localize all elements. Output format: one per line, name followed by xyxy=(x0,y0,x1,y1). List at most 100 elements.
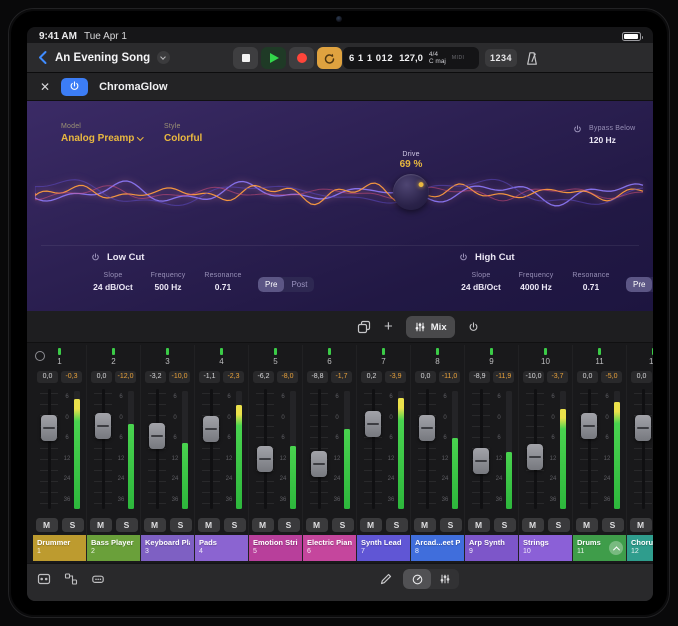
track-name-label[interactable]: Pads4 xyxy=(195,535,248,561)
song-title[interactable]: An Evening Song xyxy=(55,52,150,64)
bypass-value[interactable]: 120 Hz xyxy=(589,135,635,145)
volume-value[interactable]: -2,3 xyxy=(223,371,244,383)
volume-value[interactable]: -3,7 xyxy=(547,371,568,383)
track-name-label[interactable]: Strings10 xyxy=(519,535,572,561)
track-name-label[interactable]: Drummer1 xyxy=(33,535,86,561)
lcd-display[interactable]: 6 1 1 012 127,0 4/4 C maj MIDI xyxy=(343,47,479,69)
mixer-view-button[interactable] xyxy=(431,569,459,589)
volume-value[interactable]: -11,9 xyxy=(493,371,514,383)
solo-button[interactable]: S xyxy=(224,518,246,532)
high-cut-power-icon[interactable] xyxy=(459,253,468,262)
metronome-button[interactable] xyxy=(519,47,544,69)
fader-handle[interactable] xyxy=(635,415,651,441)
volume-value[interactable]: -3,9 xyxy=(385,371,406,383)
plugin-power-button[interactable] xyxy=(61,78,88,96)
fader-handle[interactable] xyxy=(581,413,597,439)
model-select[interactable]: Analog Preamp xyxy=(61,133,143,144)
stop-button[interactable] xyxy=(233,47,258,69)
high-cut-resonance-value[interactable]: 0.71 xyxy=(571,282,611,292)
fader-handle[interactable] xyxy=(473,448,489,474)
title-chevron-icon[interactable] xyxy=(157,51,170,64)
browser-button[interactable] xyxy=(37,572,51,586)
drive-knob[interactable] xyxy=(393,174,429,210)
volume-value[interactable]: -5,0 xyxy=(601,371,622,383)
high-cut-frequency-value[interactable]: 4000 Hz xyxy=(516,282,556,292)
mute-button[interactable]: M xyxy=(90,518,112,532)
pan-value[interactable]: -6,2 xyxy=(253,371,274,383)
mute-button[interactable]: M xyxy=(36,518,58,532)
fader-handle[interactable] xyxy=(203,416,219,442)
solo-button[interactable]: S xyxy=(386,518,408,532)
fader-handle[interactable] xyxy=(95,413,111,439)
fader-handle[interactable] xyxy=(41,415,57,441)
back-chevron-icon[interactable] xyxy=(37,50,48,65)
track-name-label[interactable]: Arp Synth9 xyxy=(465,535,518,561)
mute-button[interactable]: M xyxy=(414,518,436,532)
solo-button[interactable]: S xyxy=(62,518,84,532)
fader-handle[interactable] xyxy=(365,411,381,437)
solo-button[interactable]: S xyxy=(548,518,570,532)
fader-handle[interactable] xyxy=(419,415,435,441)
volume-value[interactable]: -11,0 xyxy=(439,371,460,383)
high-cut-slope-value[interactable]: 24 dB/Oct xyxy=(461,282,501,292)
style-select[interactable]: Colorful xyxy=(164,133,202,144)
low-cut-frequency-value[interactable]: 500 Hz xyxy=(148,282,188,292)
record-button[interactable] xyxy=(289,47,314,69)
add-track-button[interactable]: + xyxy=(384,320,393,334)
mute-button[interactable]: M xyxy=(252,518,274,532)
track-name-label[interactable]: Drums11 xyxy=(573,535,626,561)
low-cut-post-button[interactable]: Post xyxy=(284,277,314,292)
low-cut-power-icon[interactable] xyxy=(91,253,100,262)
close-icon[interactable]: ✕ xyxy=(40,81,50,93)
volume-value[interactable]: -8,0 xyxy=(277,371,298,383)
cycle-button[interactable] xyxy=(317,47,342,69)
volume-value[interactable]: -10,0 xyxy=(169,371,190,383)
play-button[interactable] xyxy=(261,47,286,69)
solo-button[interactable]: S xyxy=(494,518,516,532)
mixer-power-button[interactable] xyxy=(468,322,479,333)
mix-button[interactable]: Mix xyxy=(406,316,455,338)
mute-button[interactable]: M xyxy=(360,518,382,532)
count-in-button[interactable]: 1234 xyxy=(485,49,517,67)
pan-value[interactable]: -8,8 xyxy=(307,371,328,383)
volume-value[interactable]: -12,0 xyxy=(115,371,136,383)
key-signature[interactable]: C maj xyxy=(429,58,446,65)
playhead-position[interactable]: 6 1 1 012 xyxy=(349,53,393,64)
mute-button[interactable]: M xyxy=(576,518,598,532)
volume-value[interactable]: -0,3 xyxy=(61,371,82,383)
track-name-label[interactable]: Keyboard Player3 xyxy=(141,535,194,561)
mute-button[interactable]: M xyxy=(468,518,490,532)
solo-button[interactable]: S xyxy=(332,518,354,532)
low-cut-pre-button[interactable]: Pre xyxy=(258,277,284,292)
mute-button[interactable]: M xyxy=(306,518,328,532)
pan-value[interactable]: -1,1 xyxy=(199,371,220,383)
bypass-power-icon[interactable] xyxy=(573,125,582,134)
pan-value[interactable]: 0,0 xyxy=(37,371,58,383)
mute-button[interactable]: M xyxy=(198,518,220,532)
high-cut-pre-button[interactable]: Pre xyxy=(626,277,652,292)
pan-value[interactable]: 0,2 xyxy=(361,371,382,383)
track-name-label[interactable]: Bass Player2 xyxy=(87,535,140,561)
mute-button[interactable]: M xyxy=(144,518,166,532)
stack-collapse-button[interactable] xyxy=(609,541,623,555)
low-cut-slope-value[interactable]: 24 dB/Oct xyxy=(93,282,133,292)
fader-handle[interactable] xyxy=(257,446,273,472)
pan-value[interactable]: 0,0 xyxy=(415,371,436,383)
fader-handle[interactable] xyxy=(527,444,543,470)
solo-button[interactable]: S xyxy=(440,518,462,532)
pan-value[interactable]: 0,0 xyxy=(631,371,652,383)
pan-value[interactable]: -3,2 xyxy=(145,371,166,383)
volume-value[interactable]: -1,7 xyxy=(331,371,352,383)
tempo-display[interactable]: 127,0 xyxy=(399,53,423,64)
automation-view-button[interactable] xyxy=(403,569,431,589)
routing-button[interactable] xyxy=(64,572,78,586)
copy-button[interactable] xyxy=(357,320,371,334)
high-cut-post-button[interactable]: Post xyxy=(652,277,653,292)
solo-button[interactable]: S xyxy=(116,518,138,532)
pan-value[interactable]: -8,9 xyxy=(469,371,490,383)
mute-button[interactable]: M xyxy=(630,518,652,532)
pan-value[interactable]: 0,0 xyxy=(91,371,112,383)
pan-value[interactable]: 0,0 xyxy=(577,371,598,383)
track-name-label[interactable]: Chorus V12 xyxy=(627,535,653,561)
mute-button[interactable]: M xyxy=(522,518,544,532)
